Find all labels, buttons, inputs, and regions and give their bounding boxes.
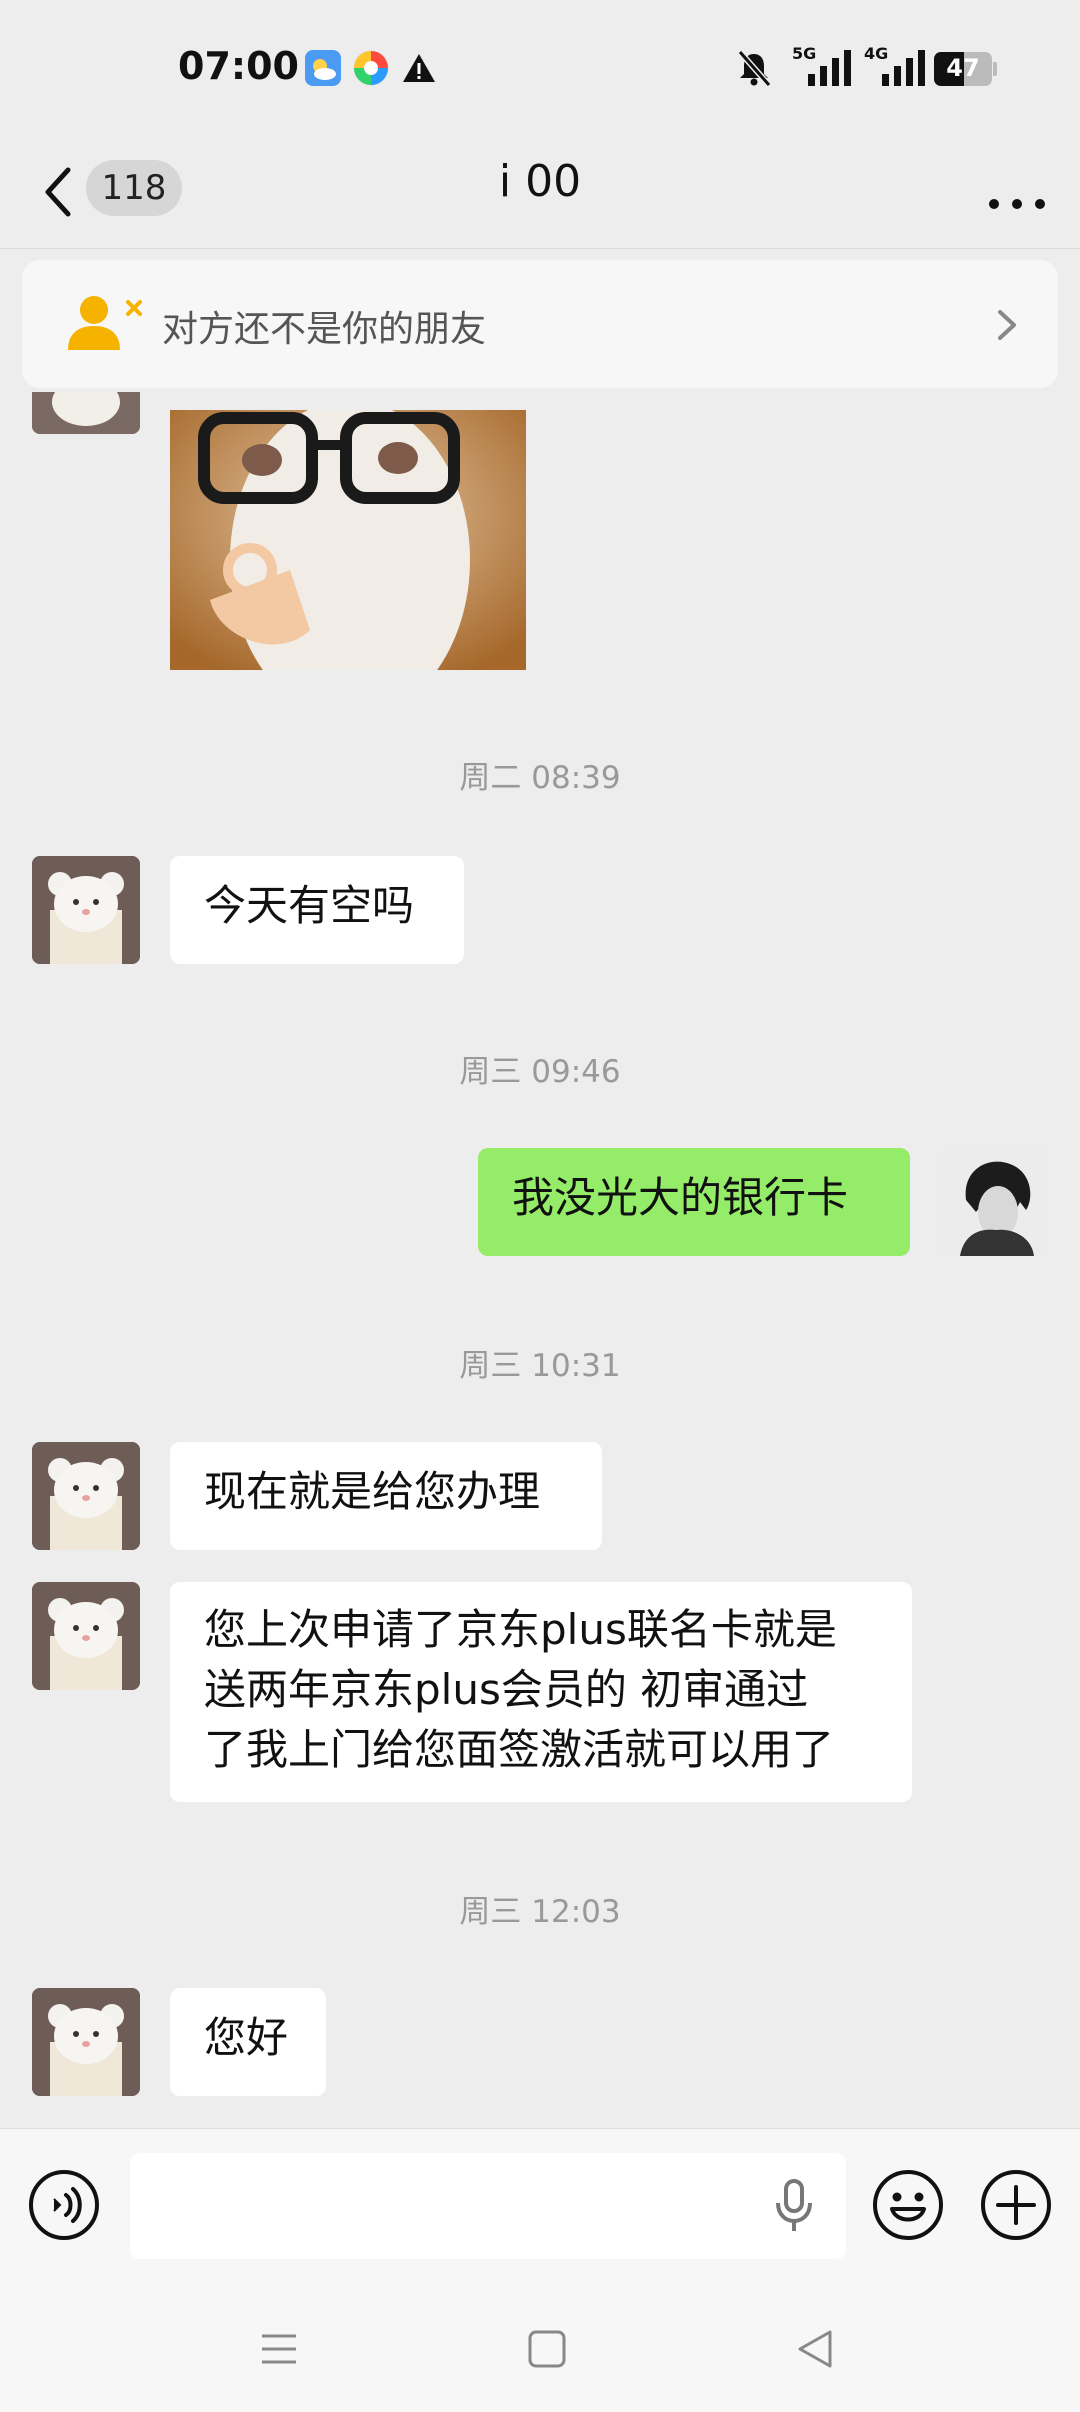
app-icon (353, 50, 389, 86)
stranger-icon (68, 296, 142, 350)
signal-4g-icon: 4G (864, 44, 936, 88)
menu-icon[interactable] (254, 2324, 304, 2374)
mic-icon[interactable] (770, 2177, 818, 2233)
more-icon[interactable] (982, 158, 1052, 222)
outgoing-message[interactable]: 我没光大的银行卡 (478, 1148, 910, 1256)
voice-toggle-icon[interactable] (28, 2169, 100, 2241)
contact-avatar[interactable] (32, 1988, 140, 2096)
timestamp: 周三 10:31 (459, 1348, 621, 1384)
message-input[interactable] (130, 2153, 846, 2259)
not-friend-banner[interactable]: 对方还不是你的朋友 (22, 260, 1058, 388)
message-line: 送两年京东plus会员的 初审通过 (204, 1665, 809, 1714)
emoji-icon[interactable] (872, 2169, 944, 2241)
signal-5g-icon: 5G (784, 44, 856, 88)
weather-app-icon (305, 50, 341, 86)
message-line: 了我上门给您面签激活就可以用了 (204, 1725, 835, 1774)
chat-header: 118 i 00 (0, 138, 1080, 249)
timestamp: 周二 08:39 (459, 760, 621, 796)
my-avatar[interactable] (940, 1148, 1048, 1256)
input-bar (0, 2128, 1080, 2279)
status-time: 07:00 (178, 44, 299, 88)
incoming-message[interactable]: 您好 (170, 1988, 326, 2096)
chevron-right-icon (998, 310, 1016, 340)
contact-avatar[interactable] (32, 1582, 140, 1690)
contact-avatar[interactable] (32, 392, 140, 434)
nav-back-icon[interactable] (790, 2324, 840, 2374)
system-nav-bar (0, 2278, 1080, 2412)
battery-icon: 47 (934, 52, 998, 86)
incoming-message[interactable]: 今天有空吗 (170, 856, 464, 964)
mute-bell-icon (737, 50, 772, 87)
incoming-message[interactable]: 现在就是给您办理 (170, 1442, 602, 1550)
not-friend-text: 对方还不是你的朋友 (162, 309, 487, 350)
message-line: 您上次申请了京东plus联名卡就是 (204, 1605, 837, 1654)
incoming-message[interactable]: 您上次申请了京东plus联名卡就是 送两年京东plus会员的 初审通过 了我上门… (170, 1582, 912, 1802)
timestamp: 周三 09:46 (459, 1054, 621, 1090)
chat-title: i 00 (498, 156, 582, 207)
plus-icon[interactable] (980, 2169, 1052, 2241)
home-icon[interactable] (522, 2324, 572, 2374)
status-bar: 07:00 5G 4G 47 (0, 0, 1080, 138)
warning-icon (403, 54, 435, 82)
contact-avatar[interactable] (32, 856, 140, 964)
timestamp: 周三 12:03 (459, 1894, 621, 1930)
contact-avatar[interactable] (32, 1442, 140, 1550)
sticker-image[interactable] (170, 410, 526, 670)
